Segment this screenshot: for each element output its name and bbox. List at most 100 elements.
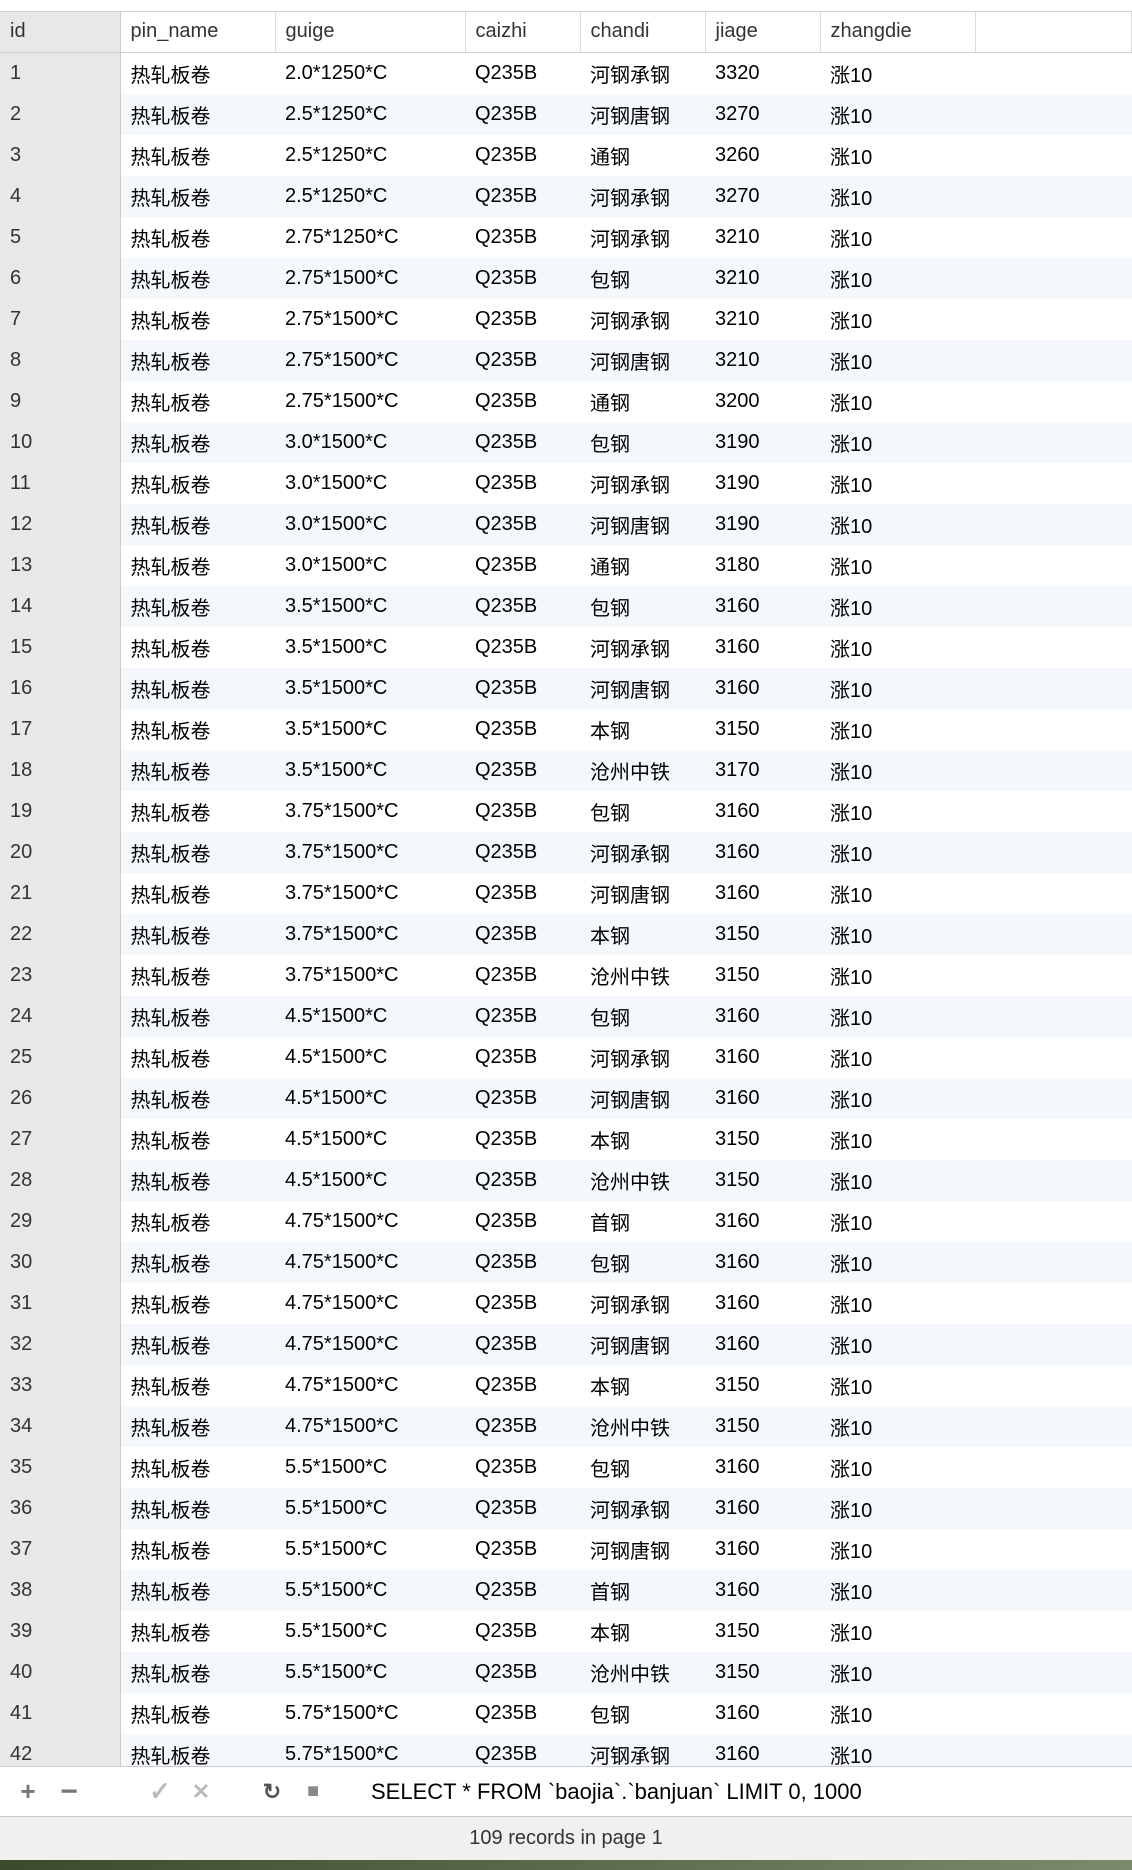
cell[interactable]: 3190 — [705, 422, 820, 463]
cell[interactable]: 3200 — [705, 381, 820, 422]
table-row[interactable]: 22热轧板卷3.75*1500*CQ235B本钢3150涨10 — [0, 914, 1132, 955]
cell[interactable]: 3160 — [705, 1201, 820, 1242]
table-row[interactable]: 41热轧板卷5.75*1500*CQ235B包钢3160涨10 — [0, 1693, 1132, 1734]
cell[interactable]: 40 — [0, 1652, 120, 1693]
cell[interactable]: 涨10 — [820, 1611, 975, 1652]
cell[interactable]: Q235B — [465, 1734, 580, 1767]
cell[interactable]: 热轧板卷 — [120, 1570, 275, 1611]
cell[interactable]: 涨10 — [820, 1037, 975, 1078]
cell[interactable]: Q235B — [465, 832, 580, 873]
cell-blank[interactable] — [975, 381, 1132, 422]
cell[interactable]: 16 — [0, 668, 120, 709]
cell[interactable]: 通钢 — [580, 545, 705, 586]
cell[interactable]: 3160 — [705, 873, 820, 914]
table-row[interactable]: 25热轧板卷4.5*1500*CQ235B河钢承钢3160涨10 — [0, 1037, 1132, 1078]
cell[interactable]: 热轧板卷 — [120, 1447, 275, 1488]
cell[interactable]: 热轧板卷 — [120, 94, 275, 135]
cell[interactable]: 涨10 — [820, 135, 975, 176]
cell[interactable]: 27 — [0, 1119, 120, 1160]
cell[interactable]: 3.0*1500*C — [275, 545, 465, 586]
cell[interactable]: 河钢承钢 — [580, 627, 705, 668]
cell[interactable]: Q235B — [465, 1488, 580, 1529]
cell[interactable]: 涨10 — [820, 791, 975, 832]
cell[interactable]: Q235B — [465, 750, 580, 791]
cell[interactable]: 沧州中铁 — [580, 955, 705, 996]
cell[interactable]: Q235B — [465, 422, 580, 463]
cell-blank[interactable] — [975, 52, 1132, 94]
cell[interactable]: 通钢 — [580, 381, 705, 422]
cell[interactable]: Q235B — [465, 955, 580, 996]
cell[interactable]: 热轧板卷 — [120, 832, 275, 873]
cell[interactable]: Q235B — [465, 1242, 580, 1283]
cell[interactable]: Q235B — [465, 709, 580, 750]
cell[interactable]: 19 — [0, 791, 120, 832]
cell[interactable]: Q235B — [465, 94, 580, 135]
cell[interactable]: 涨10 — [820, 668, 975, 709]
table-row[interactable]: 2热轧板卷2.5*1250*CQ235B河钢唐钢3270涨10 — [0, 94, 1132, 135]
cell[interactable]: 涨10 — [820, 709, 975, 750]
cell-blank[interactable] — [975, 1611, 1132, 1652]
cell[interactable]: 3160 — [705, 627, 820, 668]
cell-blank[interactable] — [975, 422, 1132, 463]
cell[interactable]: 涨10 — [820, 1119, 975, 1160]
cell[interactable]: 2.5*1250*C — [275, 94, 465, 135]
cell[interactable]: Q235B — [465, 135, 580, 176]
cell[interactable]: 23 — [0, 955, 120, 996]
cell[interactable]: 涨10 — [820, 258, 975, 299]
refresh-icon[interactable]: ↻ — [259, 1779, 285, 1805]
cell[interactable]: 沧州中铁 — [580, 1160, 705, 1201]
cell-blank[interactable] — [975, 1037, 1132, 1078]
table-row[interactable]: 33热轧板卷4.75*1500*CQ235B本钢3150涨10 — [0, 1365, 1132, 1406]
cell[interactable]: 3.75*1500*C — [275, 914, 465, 955]
cell[interactable]: 河钢承钢 — [580, 1037, 705, 1078]
cell[interactable]: 39 — [0, 1611, 120, 1652]
cell[interactable]: 涨10 — [820, 1283, 975, 1324]
cell[interactable]: 3190 — [705, 504, 820, 545]
cell[interactable]: 3.5*1500*C — [275, 586, 465, 627]
cell[interactable]: 6 — [0, 258, 120, 299]
cell-blank[interactable] — [975, 1447, 1132, 1488]
cell[interactable]: 涨10 — [820, 381, 975, 422]
cell-blank[interactable] — [975, 217, 1132, 258]
cell[interactable]: 河钢承钢 — [580, 217, 705, 258]
cell[interactable]: 涨10 — [820, 94, 975, 135]
cell[interactable]: 14 — [0, 586, 120, 627]
cell[interactable]: 4.5*1500*C — [275, 1078, 465, 1119]
cell[interactable]: 涨10 — [820, 1160, 975, 1201]
delete-row-icon[interactable]: − — [56, 1779, 82, 1805]
cell[interactable]: Q235B — [465, 463, 580, 504]
cell[interactable]: 3150 — [705, 1119, 820, 1160]
cell[interactable]: 涨10 — [820, 1734, 975, 1767]
cell[interactable]: Q235B — [465, 1693, 580, 1734]
cell[interactable]: 42 — [0, 1734, 120, 1767]
cell[interactable]: 涨10 — [820, 504, 975, 545]
cell[interactable]: 涨10 — [820, 1570, 975, 1611]
table-row[interactable]: 13热轧板卷3.0*1500*CQ235B通钢3180涨10 — [0, 545, 1132, 586]
cell[interactable]: 热轧板卷 — [120, 299, 275, 340]
cell[interactable]: 包钢 — [580, 791, 705, 832]
cell[interactable]: 包钢 — [580, 1447, 705, 1488]
cell[interactable]: 河钢承钢 — [580, 299, 705, 340]
cell-blank[interactable] — [975, 545, 1132, 586]
cell[interactable]: Q235B — [465, 914, 580, 955]
cell[interactable]: Q235B — [465, 1324, 580, 1365]
cell[interactable]: 3150 — [705, 1652, 820, 1693]
column-header-zhangdie[interactable]: zhangdie — [820, 12, 975, 52]
cell[interactable]: 3160 — [705, 1078, 820, 1119]
table-row[interactable]: 15热轧板卷3.5*1500*CQ235B河钢承钢3160涨10 — [0, 627, 1132, 668]
cell[interactable]: 河钢承钢 — [580, 832, 705, 873]
table-row[interactable]: 35热轧板卷5.5*1500*CQ235B包钢3160涨10 — [0, 1447, 1132, 1488]
column-header-pin-name[interactable]: pin_name — [120, 12, 275, 52]
cell[interactable]: Q235B — [465, 791, 580, 832]
cell[interactable]: 热轧板卷 — [120, 1529, 275, 1570]
cell[interactable]: 5.5*1500*C — [275, 1611, 465, 1652]
cell[interactable]: 河钢承钢 — [580, 176, 705, 217]
cell[interactable]: 3.0*1500*C — [275, 463, 465, 504]
cell[interactable]: 热轧板卷 — [120, 1611, 275, 1652]
cell[interactable]: 热轧板卷 — [120, 1037, 275, 1078]
cell[interactable]: 热轧板卷 — [120, 914, 275, 955]
cell[interactable]: 热轧板卷 — [120, 1283, 275, 1324]
cell[interactable]: 包钢 — [580, 1242, 705, 1283]
cell[interactable]: 热轧板卷 — [120, 1734, 275, 1767]
cell[interactable]: 涨10 — [820, 627, 975, 668]
